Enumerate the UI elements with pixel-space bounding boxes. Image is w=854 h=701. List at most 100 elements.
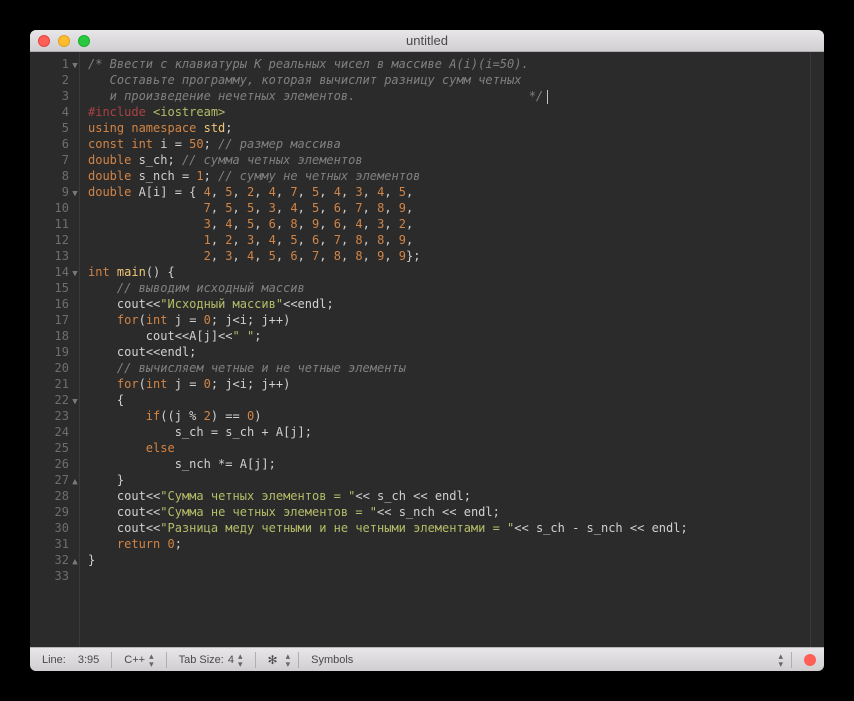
line-number[interactable]: 13 — [30, 248, 79, 264]
line-number[interactable]: 3 — [30, 88, 79, 104]
code-line[interactable]: cout<<"Исходный массив"<<endl; — [88, 296, 810, 312]
line-number[interactable]: 9▼ — [30, 184, 79, 200]
line-number[interactable]: 10 — [30, 200, 79, 216]
code-line[interactable]: // вычисляем четные и не четные элементы — [88, 360, 810, 376]
line-number[interactable]: 30 — [30, 520, 79, 536]
line-number[interactable]: 29 — [30, 504, 79, 520]
separator — [791, 652, 792, 668]
line-number[interactable]: 23 — [30, 408, 79, 424]
line-number[interactable]: 14▼● — [30, 264, 79, 280]
line-number[interactable]: 25 — [30, 440, 79, 456]
code-line[interactable]: } — [88, 552, 810, 568]
minimize-button[interactable] — [58, 35, 70, 47]
status-tabsize[interactable]: Tab Size: 4 ▴▾ — [175, 652, 247, 668]
code-line[interactable]: 1, 2, 3, 4, 5, 6, 7, 8, 8, 9, — [88, 232, 810, 248]
token-op — [88, 233, 204, 247]
code-line[interactable]: } — [88, 472, 810, 488]
code-line[interactable]: и произведение нечетных элементов. */ — [88, 88, 810, 104]
code-line[interactable]: // выводим исходный массив — [88, 280, 810, 296]
code-line[interactable]: int main() { — [88, 264, 810, 280]
status-position[interactable]: 3:95 — [74, 654, 103, 666]
status-language[interactable]: C++ ▴▾ — [120, 652, 157, 668]
token-comment: // сумма четных элементов — [175, 153, 363, 167]
code-line[interactable]: if((j % 2) == 0) — [88, 408, 810, 424]
code-line[interactable]: 2, 3, 4, 5, 6, 7, 8, 8, 9, 9}; — [88, 248, 810, 264]
vertical-scrollbar[interactable] — [810, 52, 824, 647]
token-number: 6 — [290, 249, 297, 263]
status-line-label: Line: — [38, 654, 70, 666]
line-number[interactable]: 5 — [30, 120, 79, 136]
code-line[interactable]: s_nch *= A[j]; — [88, 456, 810, 472]
code-line[interactable]: using namespace std; — [88, 120, 810, 136]
line-number[interactable]: 17 — [30, 312, 79, 328]
line-number[interactable]: 19 — [30, 344, 79, 360]
code-line[interactable]: cout<<"Сумма четных элементов = "<< s_ch… — [88, 488, 810, 504]
code-line[interactable]: /* Ввести с клавиатуры K реальных чисел … — [88, 56, 810, 72]
line-number[interactable]: 4 — [30, 104, 79, 120]
separator — [255, 652, 256, 668]
line-number[interactable]: 24 — [30, 424, 79, 440]
code-line[interactable]: { — [88, 392, 810, 408]
token-op: , — [319, 185, 333, 199]
status-symbols[interactable]: Symbols — [307, 654, 357, 666]
token-op: = — [175, 137, 189, 151]
code-line[interactable]: for(int j = 0; j<i; j++) — [88, 376, 810, 392]
code-line[interactable] — [88, 568, 810, 584]
line-number[interactable]: 33 — [30, 568, 79, 584]
language-label: C++ — [124, 654, 145, 666]
line-number[interactable]: 20 — [30, 360, 79, 376]
token-comment: // сумму не четных элементов — [211, 169, 421, 183]
code-line[interactable]: 3, 4, 5, 6, 8, 9, 6, 4, 3, 2, — [88, 216, 810, 232]
line-number[interactable]: 12 — [30, 232, 79, 248]
token-op — [88, 489, 117, 503]
token-op — [88, 361, 117, 375]
close-button[interactable] — [38, 35, 50, 47]
code-line[interactable]: cout<<endl; — [88, 344, 810, 360]
code-line[interactable]: const int i = 50; // размер массива — [88, 136, 810, 152]
code-line[interactable]: double s_nch = 1; // сумму не четных эле… — [88, 168, 810, 184]
line-number[interactable]: 11 — [30, 216, 79, 232]
token-keyword: for — [117, 313, 139, 327]
code-line[interactable]: Составьте программу, которая вычислит ра… — [88, 72, 810, 88]
code-line[interactable]: 7, 5, 5, 3, 4, 5, 6, 7, 8, 9, — [88, 200, 810, 216]
line-number[interactable]: 32▲ — [30, 552, 79, 568]
token-ident: cout — [117, 297, 146, 311]
token-op: }; — [406, 249, 420, 263]
line-number[interactable]: 22▼ — [30, 392, 79, 408]
line-number[interactable]: 7 — [30, 152, 79, 168]
code-line[interactable]: s_ch = s_ch + A[j]; — [88, 424, 810, 440]
line-number[interactable]: 26 — [30, 456, 79, 472]
code-line[interactable]: cout<<A[j]<<" "; — [88, 328, 810, 344]
code-area[interactable]: /* Ввести с клавиатуры K реальных чисел … — [80, 52, 810, 647]
line-number[interactable]: 1▼ — [30, 56, 79, 72]
code-line[interactable]: double s_ch; // сумма четных элементов — [88, 152, 810, 168]
token-type: double — [88, 153, 139, 167]
maximize-button[interactable] — [78, 35, 90, 47]
token-op: , — [319, 233, 333, 247]
code-line[interactable]: return 0; — [88, 536, 810, 552]
line-number[interactable]: 21 — [30, 376, 79, 392]
line-number[interactable]: 16 — [30, 296, 79, 312]
token-number: 2 — [204, 409, 211, 423]
line-number[interactable]: 8 — [30, 168, 79, 184]
line-number[interactable]: 31 — [30, 536, 79, 552]
line-number[interactable]: 18 — [30, 328, 79, 344]
token-string: "Сумма не четных элементов = " — [160, 505, 377, 519]
token-op: , — [341, 185, 355, 199]
dropdown-arrows-icon: ▴▾ — [286, 652, 291, 668]
line-number[interactable]: 28 — [30, 488, 79, 504]
settings-icon[interactable]: ✻ — [264, 653, 282, 667]
line-number[interactable]: 2 — [30, 72, 79, 88]
line-number[interactable]: 6 — [30, 136, 79, 152]
code-line[interactable]: #include <iostream> — [88, 104, 810, 120]
code-line[interactable]: for(int j = 0; j<i; j++) — [88, 312, 810, 328]
code-line[interactable]: double A[i] = { 4, 5, 2, 4, 7, 5, 4, 3, … — [88, 184, 810, 200]
line-number[interactable]: 15 — [30, 280, 79, 296]
line-gutter[interactable]: 1▼23456789▼1011121314▼●1516171819202122▼… — [30, 52, 80, 647]
token-type: int — [146, 377, 175, 391]
record-indicator-icon[interactable] — [804, 654, 816, 666]
code-line[interactable]: else — [88, 440, 810, 456]
code-line[interactable]: cout<<"Сумма не четных элементов = "<< s… — [88, 504, 810, 520]
code-line[interactable]: cout<<"Разница меду четными и не четными… — [88, 520, 810, 536]
line-number[interactable]: 27▲ — [30, 472, 79, 488]
